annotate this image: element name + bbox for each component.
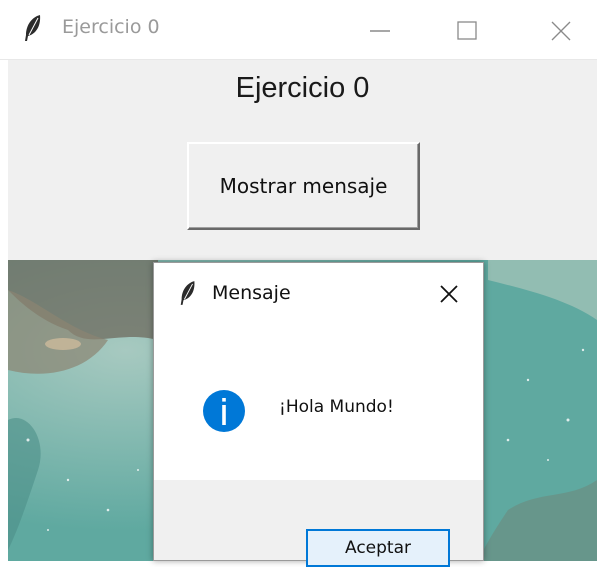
close-button[interactable] (530, 10, 590, 50)
window-titlebar[interactable]: Ejercicio 0 (0, 0, 597, 60)
accept-button[interactable]: Aceptar (306, 529, 450, 567)
dialog-message: ¡Hola Mundo! (279, 397, 394, 417)
window-title: Ejercicio 0 (62, 16, 160, 38)
message-dialog: Mensaje ¡Hola Mundo! Aceptar (153, 262, 484, 567)
page-title: Ejercicio 0 (235, 72, 370, 104)
dialog-close-button[interactable] (438, 283, 460, 305)
feather-icon (25, 15, 41, 41)
feather-icon (180, 281, 195, 305)
show-message-button[interactable]: Mostrar mensaje (187, 142, 420, 230)
dialog-footer: Aceptar (154, 480, 483, 567)
info-icon (203, 390, 245, 432)
minimize-icon (370, 30, 390, 32)
dialog-title: Mensaje (212, 282, 291, 304)
maximize-icon (457, 21, 477, 40)
maximize-button[interactable] (440, 10, 500, 50)
minimize-button[interactable] (350, 10, 410, 50)
close-icon (440, 285, 458, 303)
close-icon (551, 21, 571, 41)
main-content: Ejercicio 0 Mostrar mensaje (8, 60, 597, 260)
